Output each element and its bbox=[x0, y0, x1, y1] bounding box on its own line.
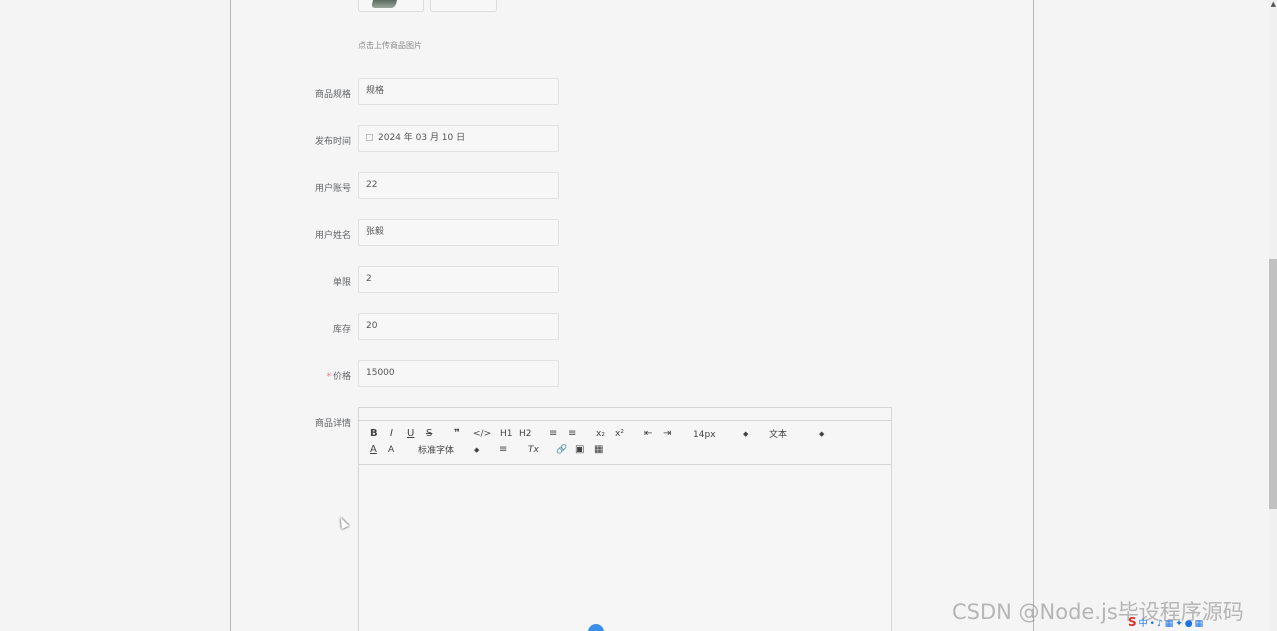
ime-chinese-icon: 中 bbox=[1138, 619, 1148, 629]
font-family-select[interactable]: 标准字体 bbox=[418, 445, 454, 457]
detail-label: 商品详情 bbox=[314, 419, 351, 429]
limit-label: 单限 bbox=[332, 278, 351, 288]
video-button[interactable]: ▦ bbox=[594, 444, 603, 456]
underline-button[interactable]: U bbox=[407, 428, 414, 440]
ime-skin-icon: ✦ bbox=[1175, 619, 1183, 629]
spec-input[interactable]: 规格 bbox=[358, 78, 559, 105]
ime-punctuation-icon: • bbox=[1149, 619, 1155, 629]
editor-toolbar: B I U S ❞ </> H1 H2 ≡ ≡ x₂ x² ⇤ ⇥ 14px ◆… bbox=[359, 421, 891, 465]
link-button[interactable]: 🔗 bbox=[556, 444, 567, 456]
font-size-select[interactable]: 14px bbox=[693, 429, 716, 441]
stock-input[interactable]: 20 bbox=[358, 313, 559, 340]
price-label: * 价格 bbox=[231, 369, 351, 382]
font-size-dropdown-icon: ◆ bbox=[743, 430, 749, 438]
page-scrollbar[interactable]: ▲ bbox=[1269, 0, 1277, 631]
italic-button[interactable]: I bbox=[390, 428, 393, 440]
indent-button[interactable]: ⇥ bbox=[663, 428, 671, 440]
publish-time-label: 发布时间 bbox=[314, 137, 351, 147]
code-button[interactable]: </> bbox=[473, 428, 491, 440]
strike-button[interactable]: S bbox=[426, 428, 432, 440]
upload-tip: 点击上传商品图片 bbox=[358, 41, 422, 50]
text-type-dropdown-icon: ◆ bbox=[819, 430, 825, 438]
ime-keyboard-icon: ▦ bbox=[1164, 619, 1174, 629]
account-input[interactable]: 22 bbox=[358, 172, 559, 199]
editor-content-area[interactable] bbox=[359, 465, 891, 631]
scrollbar-thumb[interactable] bbox=[1269, 259, 1277, 509]
quote-button[interactable]: ❞ bbox=[454, 428, 460, 440]
required-mark: * bbox=[326, 372, 331, 382]
stock-label: 库存 bbox=[332, 325, 351, 335]
clear-format-button[interactable]: Tx bbox=[528, 444, 539, 456]
ime-tools-icon: ● bbox=[1184, 619, 1193, 629]
text-type-select[interactable]: 文本 bbox=[769, 429, 787, 441]
h2-button[interactable]: H2 bbox=[519, 428, 532, 440]
superscript-button[interactable]: x² bbox=[615, 428, 624, 440]
scroll-up-arrow-icon[interactable]: ▲ bbox=[1271, 0, 1276, 8]
font-color-button[interactable]: A bbox=[370, 444, 377, 456]
account-label: 用户账号 bbox=[314, 184, 351, 194]
username-input[interactable]: 张毅 bbox=[358, 219, 559, 246]
upload-image-button[interactable] bbox=[430, 0, 497, 12]
calendar-icon bbox=[366, 134, 373, 141]
ordered-list-button[interactable]: ≡ bbox=[549, 428, 557, 440]
image-button[interactable]: ▣ bbox=[575, 444, 584, 456]
spec-label: 商品规格 bbox=[314, 90, 351, 100]
ime-mic-icon: ♪ bbox=[1156, 619, 1163, 629]
system-tray: S 中 • ♪ ▦ ✦ ● ▦ bbox=[1128, 615, 1277, 631]
align-button[interactable]: ≡ bbox=[499, 444, 507, 456]
publish-time-picker[interactable]: 2024 年 03 月 10 日 bbox=[358, 125, 559, 152]
publish-time-value: 2024 年 03 月 10 日 bbox=[378, 133, 466, 143]
editor-top-bar bbox=[359, 408, 891, 421]
h1-button[interactable]: H1 bbox=[500, 428, 513, 440]
username-label: 用户姓名 bbox=[314, 231, 351, 241]
bold-button[interactable]: B bbox=[370, 428, 378, 440]
rich-text-editor: B I U S ❞ </> H1 H2 ≡ ≡ x₂ x² ⇤ ⇥ 14px ◆… bbox=[358, 407, 892, 631]
outdent-button[interactable]: ⇤ bbox=[644, 428, 652, 440]
price-input[interactable]: 15000 bbox=[358, 360, 559, 387]
font-family-dropdown-icon: ◆ bbox=[474, 446, 480, 454]
subscript-button[interactable]: x₂ bbox=[596, 428, 605, 440]
product-image bbox=[370, 0, 398, 8]
ime-logo-icon: S bbox=[1128, 615, 1137, 629]
bullet-list-button[interactable]: ≡ bbox=[568, 428, 576, 440]
ime-grid-icon: ▦ bbox=[1194, 619, 1204, 629]
price-label-text: 价格 bbox=[332, 372, 351, 382]
limit-input[interactable]: 2 bbox=[358, 266, 559, 293]
background-color-button[interactable]: A bbox=[388, 444, 394, 456]
